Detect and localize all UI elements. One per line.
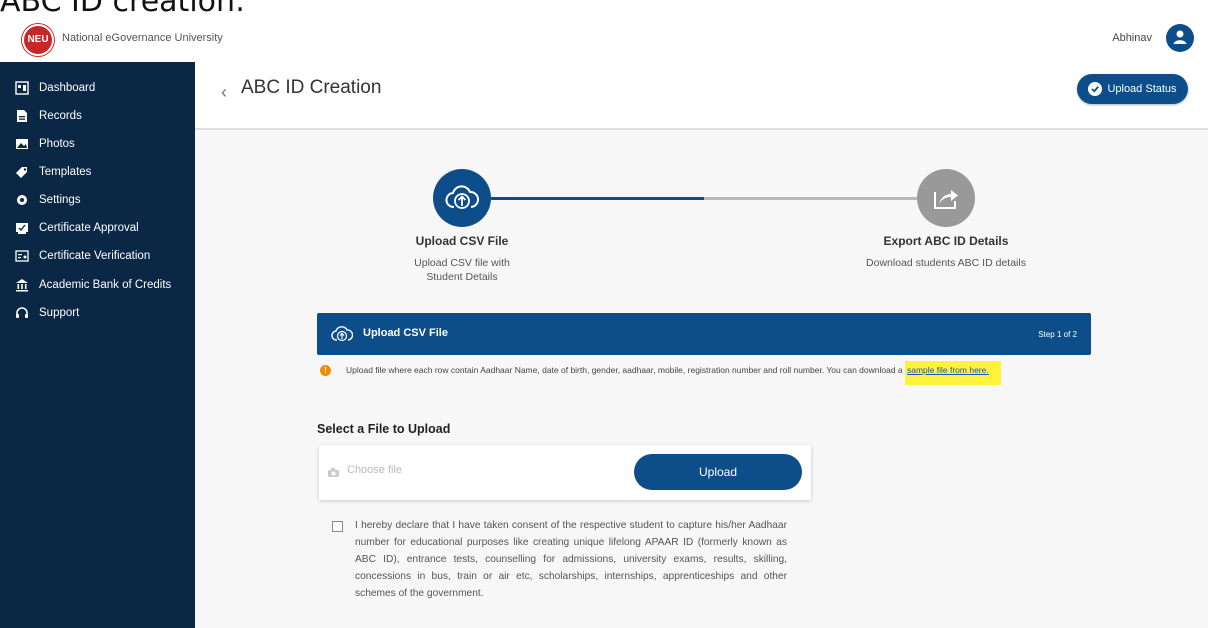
sidebar-item-label: Support bbox=[39, 307, 80, 319]
upload-panel-title: Upload CSV File bbox=[363, 327, 448, 339]
photos-icon bbox=[14, 136, 30, 152]
headset-icon bbox=[14, 305, 30, 321]
upload-status-button[interactable]: Upload Status bbox=[1077, 74, 1188, 104]
bank-icon bbox=[14, 277, 30, 293]
sidebar-item-label: Dashboard bbox=[39, 82, 96, 94]
certificate-verification-icon bbox=[14, 248, 30, 264]
step-export-title: Export ABC ID Details bbox=[883, 234, 1009, 248]
step-upload-desc-2: Student Details bbox=[426, 271, 498, 283]
upload-button[interactable]: Upload bbox=[634, 454, 802, 490]
sidebar: Dashboard Records Photos Templates Setti… bbox=[0, 62, 195, 628]
page-header: ‹ ABC ID Creation Upload Status bbox=[195, 62, 1208, 130]
sidebar-item-label: Photos bbox=[39, 138, 75, 150]
upload-csv-panel-header: Upload CSV File Step 1 of 2 bbox=[317, 313, 1091, 355]
top-bar: NEU National eGovernance University Abhi… bbox=[0, 12, 1208, 63]
sidebar-item-label: Certificate Verification bbox=[39, 250, 151, 262]
camera-icon bbox=[327, 465, 340, 483]
page-title: ABC ID Creation bbox=[241, 77, 382, 98]
sidebar-item-support[interactable]: Support bbox=[14, 303, 79, 323]
cropped-caption-text: ABC ID creation: bbox=[0, 0, 246, 19]
university-logo: NEU bbox=[22, 24, 54, 56]
step-upload-title: Upload CSV File bbox=[415, 234, 509, 248]
export-share-icon bbox=[934, 190, 958, 209]
step-upload-desc-1: Upload CSV file with bbox=[414, 257, 510, 269]
user-name[interactable]: Abhinav bbox=[1112, 32, 1152, 44]
upload-status-label: Upload Status bbox=[1107, 83, 1177, 95]
sidebar-item-academic-bank-of-credits[interactable]: Academic Bank of Credits bbox=[14, 275, 171, 295]
step-upload-csv-circle[interactable] bbox=[433, 169, 491, 227]
user-avatar-icon[interactable] bbox=[1166, 24, 1194, 52]
info-warning-icon: ! bbox=[320, 365, 331, 376]
step-export-desc: Download students ABC ID details bbox=[866, 257, 1026, 269]
file-upload-box: Choose file Upload bbox=[319, 445, 811, 500]
sidebar-item-photos[interactable]: Photos bbox=[14, 134, 75, 154]
sidebar-item-label: Settings bbox=[39, 194, 81, 206]
sidebar-item-certificate-verification[interactable]: Certificate Verification bbox=[14, 246, 150, 266]
select-file-label: Select a File to Upload bbox=[317, 422, 451, 436]
check-circle-icon bbox=[1088, 82, 1103, 96]
sidebar-item-label: Academic Bank of Credits bbox=[39, 279, 172, 291]
back-chevron-icon[interactable]: ‹ bbox=[221, 82, 227, 103]
certificate-approval-icon bbox=[14, 220, 30, 236]
step-indicator: Step 1 of 2 bbox=[1038, 330, 1077, 339]
sidebar-item-settings[interactable]: Settings bbox=[14, 190, 81, 210]
sidebar-item-dashboard[interactable]: Dashboard bbox=[14, 78, 95, 98]
brand-name: National eGovernance University bbox=[62, 32, 223, 44]
stepper-progress-line bbox=[491, 197, 704, 200]
sidebar-item-templates[interactable]: Templates bbox=[14, 162, 91, 182]
templates-icon bbox=[14, 164, 30, 180]
sidebar-item-label: Records bbox=[39, 110, 82, 122]
cloud-upload-icon bbox=[331, 324, 354, 349]
sidebar-item-label: Templates bbox=[39, 166, 92, 178]
consent-declaration-text: I hereby declare that I have taken conse… bbox=[355, 520, 787, 599]
records-icon bbox=[14, 108, 30, 124]
consent-checkbox[interactable] bbox=[332, 521, 343, 532]
sidebar-item-records[interactable]: Records bbox=[14, 106, 82, 126]
instructions-body: Upload file where each row contain Aadha… bbox=[346, 365, 905, 375]
choose-file-input[interactable]: Choose file bbox=[347, 464, 402, 476]
sample-file-link[interactable]: sample file from here. bbox=[905, 361, 1001, 385]
sidebar-item-label: Certificate Approval bbox=[39, 222, 139, 234]
instructions-text: Upload file where each row contain Aadha… bbox=[346, 361, 1001, 385]
sidebar-item-certificate-approval[interactable]: Certificate Approval bbox=[14, 218, 139, 238]
stepper-remaining-line bbox=[704, 197, 917, 200]
dashboard-icon bbox=[14, 80, 30, 96]
settings-icon bbox=[14, 192, 30, 208]
step-export-abc-circle[interactable] bbox=[917, 169, 975, 227]
upload-instructions: ! Upload file where each row contain Aad… bbox=[320, 361, 1110, 385]
cloud-upload-icon bbox=[445, 185, 479, 209]
